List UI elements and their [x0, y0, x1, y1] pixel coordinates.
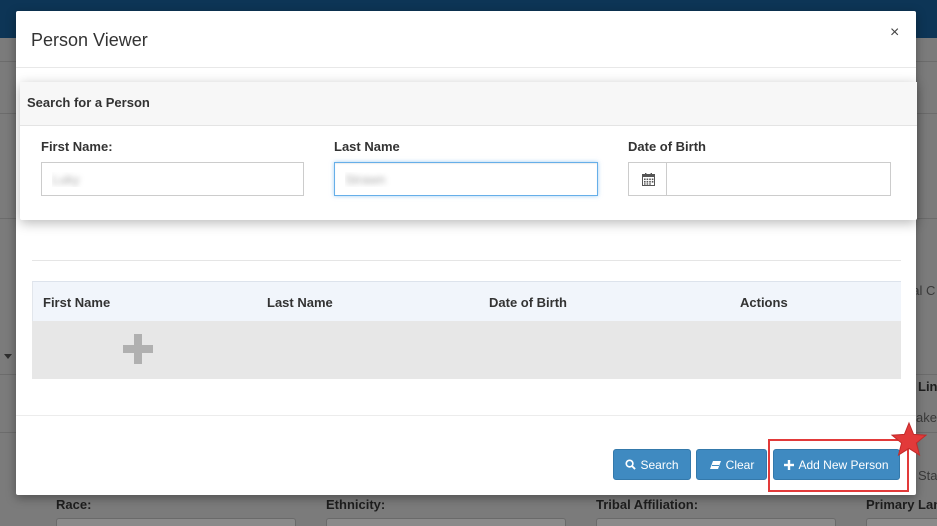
background-tribal-field	[596, 518, 836, 526]
background-language-label: Primary Lan	[866, 497, 937, 512]
first-name-input[interactable]	[41, 162, 304, 196]
background-tribal-label: Tribal Affiliation:	[596, 497, 699, 512]
column-actions: Actions	[740, 295, 788, 310]
search-button[interactable]: Search	[613, 449, 691, 480]
last-name-label: Last Name	[334, 139, 400, 154]
plus-icon[interactable]	[123, 334, 153, 364]
table-row	[32, 321, 901, 379]
search-panel-title: Search for a Person	[27, 95, 150, 110]
background-ethnicity-label: Ethnicity:	[326, 497, 386, 512]
modal-header-divider	[16, 67, 916, 68]
clear-button-label: Clear	[725, 457, 755, 472]
chevron-down-icon	[4, 354, 12, 359]
background-language-field	[866, 518, 937, 526]
date-of-birth-input[interactable]	[666, 162, 891, 196]
date-of-birth-label: Date of Birth	[628, 139, 706, 154]
background-peek-text: Sta	[918, 468, 937, 483]
clear-button[interactable]: Clear	[696, 449, 767, 480]
background-race-label: Race:	[56, 497, 92, 512]
star-icon	[890, 421, 928, 457]
column-last-name[interactable]: Last Name	[267, 295, 333, 310]
background-ethnicity-field	[326, 518, 566, 526]
section-divider	[32, 260, 901, 261]
results-table-header: First Name Last Name Date of Birth Actio…	[32, 281, 901, 321]
search-icon	[625, 459, 637, 470]
search-button-label: Search	[640, 457, 679, 472]
first-name-label: First Name:	[41, 139, 113, 154]
close-icon[interactable]: ×	[890, 24, 899, 42]
search-panel-header: Search for a Person	[20, 82, 917, 126]
search-panel: Search for a Person First Name: Last Nam…	[20, 82, 917, 220]
background-race-field	[56, 518, 296, 526]
last-name-input[interactable]	[334, 162, 598, 196]
modal-footer-divider	[16, 415, 916, 416]
calendar-button[interactable]	[628, 162, 667, 196]
column-date-of-birth[interactable]: Date of Birth	[489, 295, 567, 310]
highlight-box	[768, 439, 909, 492]
background-peek-text: Lin	[918, 379, 937, 394]
modal-title: Person Viewer	[31, 30, 148, 50]
calendar-icon	[641, 172, 655, 186]
column-first-name[interactable]: First Name	[43, 295, 110, 310]
eraser-icon	[709, 460, 721, 469]
